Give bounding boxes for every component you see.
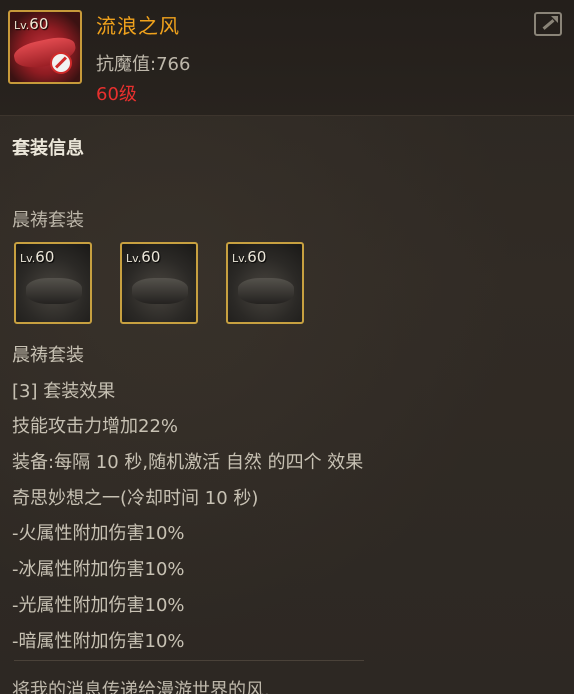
tooltip-header: Lv.60 流浪之风 抗魔值:766 60级	[0, 0, 574, 116]
set-name: 晨祷套装	[12, 210, 84, 231]
set-info-title: 套装信息	[12, 138, 84, 159]
set-effect-count: [3] 套装效果	[12, 380, 116, 402]
set-piece-ring[interactable]: Lv.60	[226, 242, 304, 324]
item-icon[interactable]: Lv.60	[8, 10, 82, 84]
set-piece-level: Lv.60	[126, 248, 161, 266]
set-effect-light: -光属性附加伤害10%	[12, 594, 185, 616]
set-effect-equip: 装备:每隔 10 秒,随机激活 自然 的四个 效果	[12, 452, 364, 474]
item-stat: 抗魔值:766	[96, 54, 191, 75]
set-piece-necklace[interactable]: Lv.60	[14, 242, 92, 324]
divider	[14, 660, 364, 661]
set-effect-lines: 晨祷套装 [3] 套装效果 技能攻击力增加22% 装备:每隔 10 秒,随机激活…	[12, 338, 363, 659]
set-piece-bracelet[interactable]: Lv.60	[120, 242, 198, 324]
set-effect-ice: -冰属性附加伤害10%	[12, 559, 185, 581]
flavor-text: 将我的消息传递给漫游世界的风.	[12, 680, 270, 694]
ring-icon	[238, 278, 294, 304]
necklace-icon	[26, 278, 82, 304]
item-tooltip: Lv.60 流浪之风 抗魔值:766 60级 套装信息 晨祷套装 Lv.60 L…	[0, 0, 574, 694]
set-piece-level: Lv.60	[20, 248, 55, 266]
set-effect-name: 晨祷套装	[12, 345, 84, 366]
item-name: 流浪之风	[96, 14, 180, 38]
bracelet-icon	[132, 278, 188, 304]
set-effect-fire: -火属性附加伤害10%	[12, 523, 185, 545]
set-effect-dark: -暗属性附加伤害10%	[12, 630, 185, 652]
no-trade-icon	[50, 52, 72, 74]
set-effect-skill-attack: 技能攻击力增加22%	[12, 416, 179, 438]
set-piece-level: Lv.60	[232, 248, 267, 266]
set-effect-cooldown: 奇思妙想之一(冷却时间 10 秒)	[12, 487, 259, 509]
item-level-badge: Lv.60	[14, 15, 49, 33]
share-icon[interactable]	[534, 12, 562, 36]
item-level-requirement: 60级	[96, 84, 137, 105]
